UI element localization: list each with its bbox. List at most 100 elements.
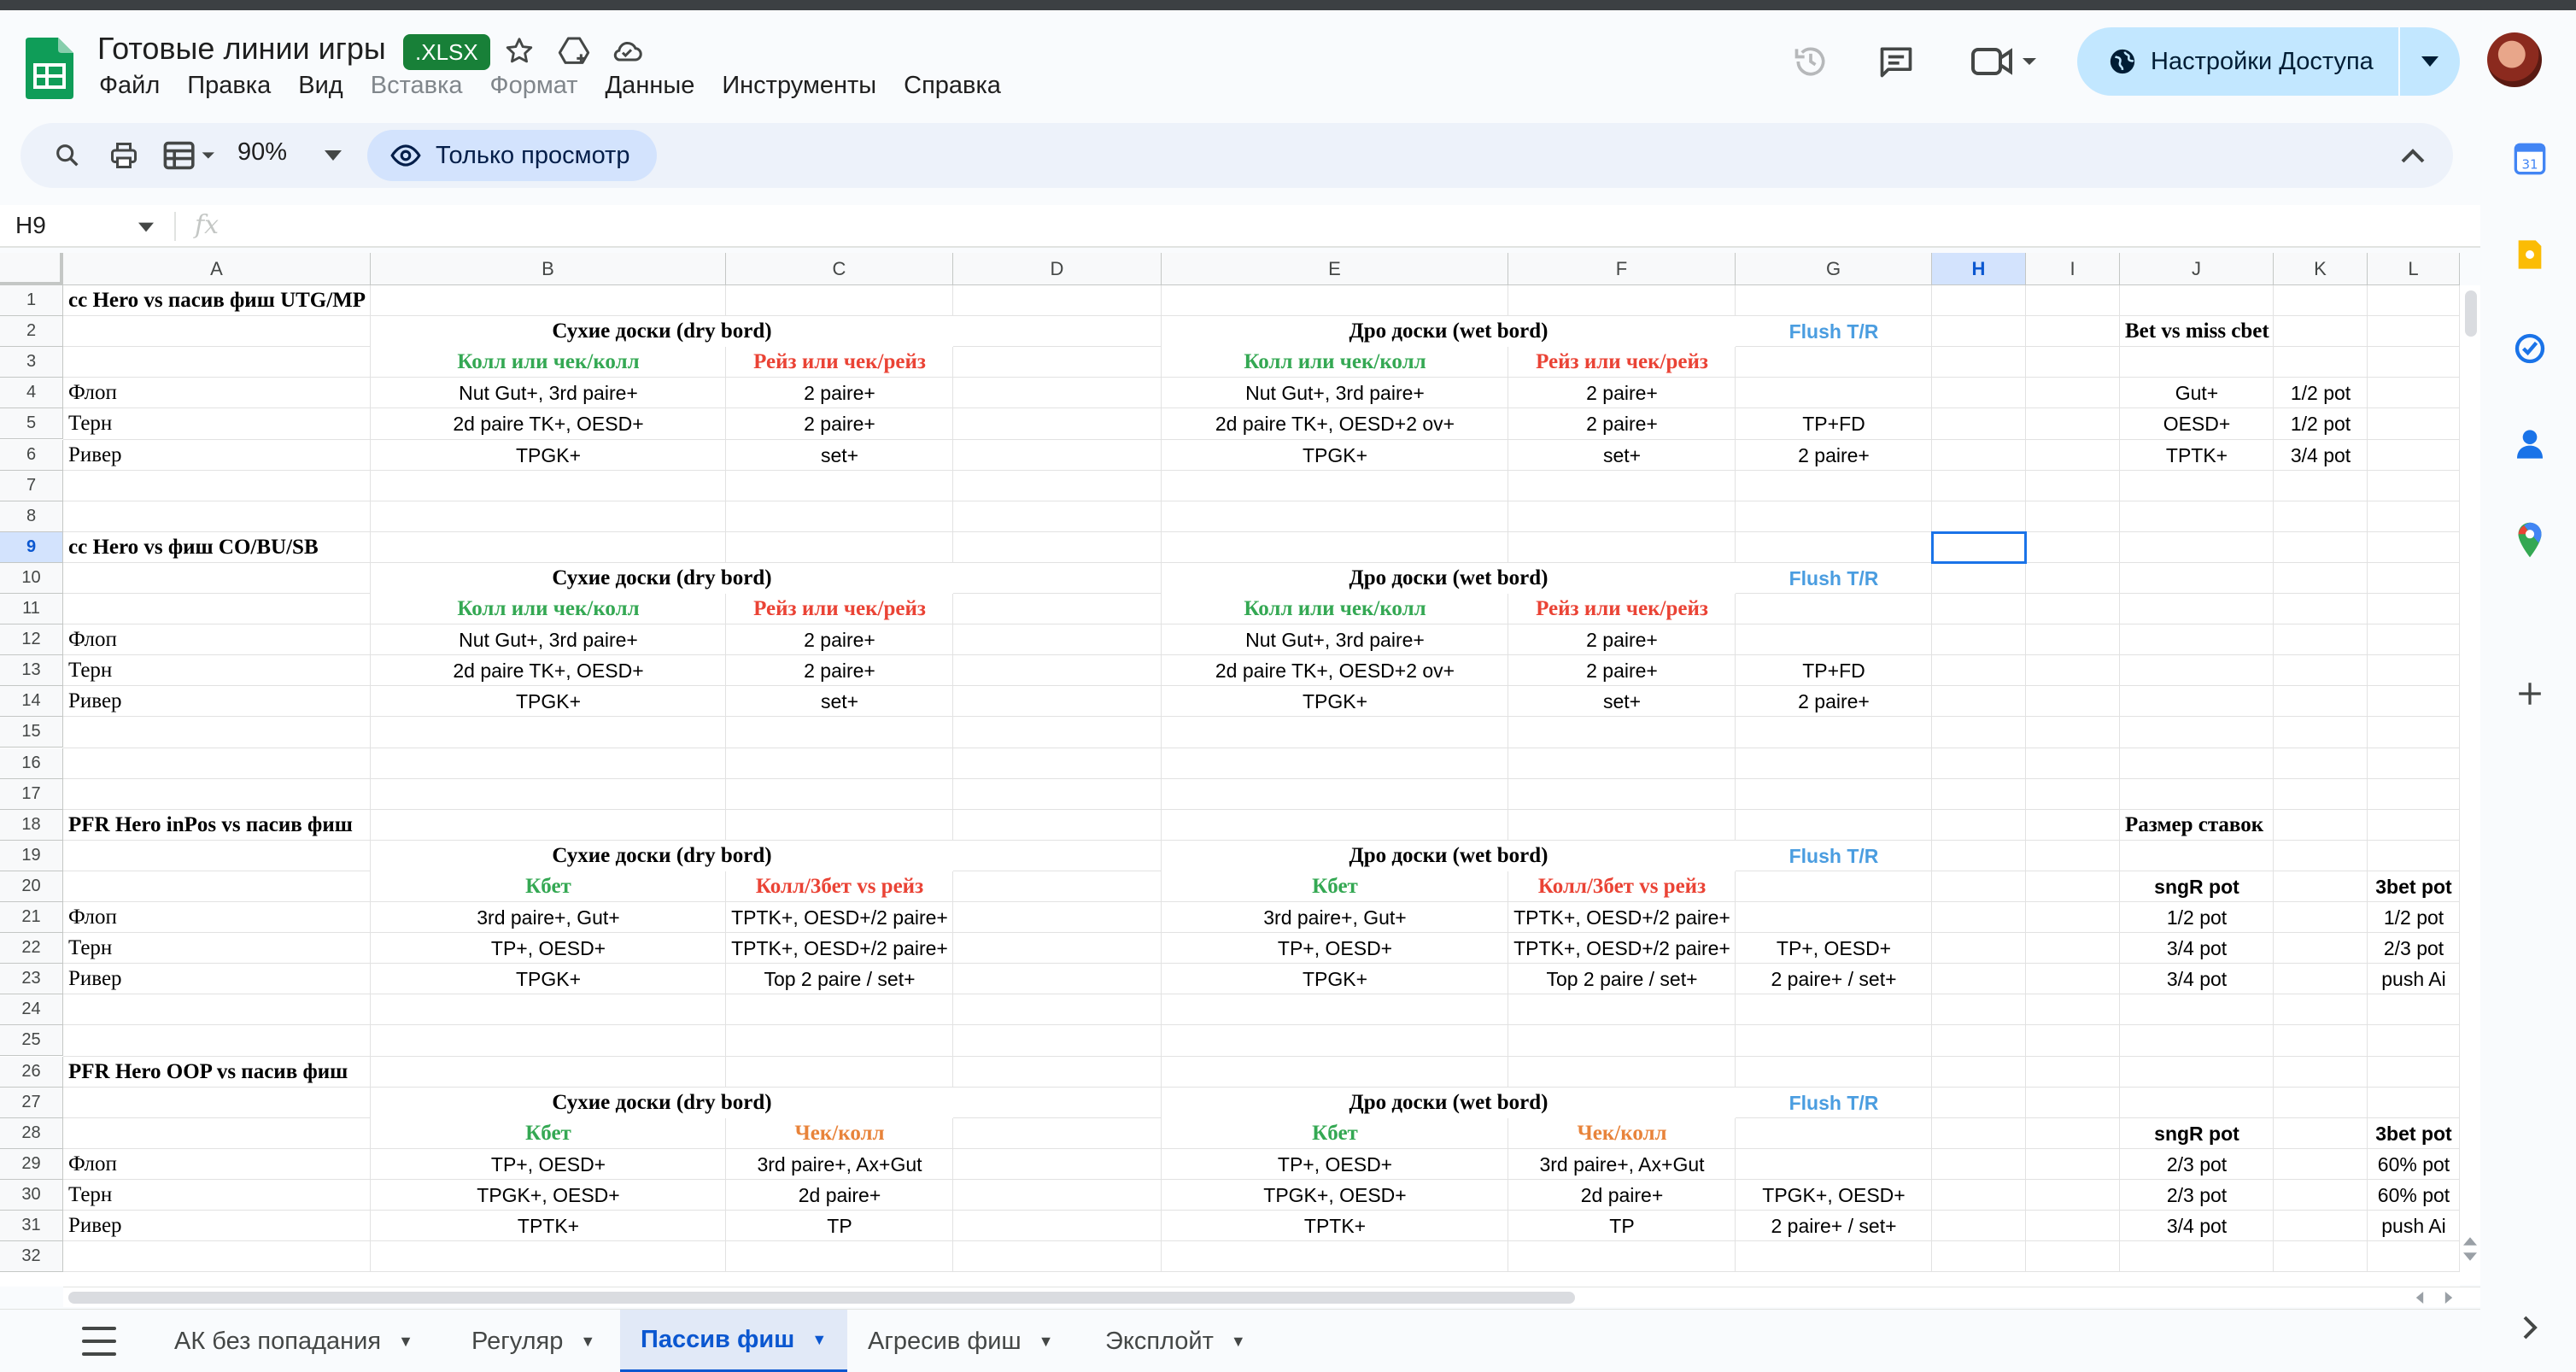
cell-f20[interactable]: Колл/3бет vs рейз (1508, 871, 1736, 902)
row-header-14[interactable]: 14 (0, 686, 63, 718)
cell-c22[interactable]: TPTK+, OESD+/2 paire+ (726, 933, 953, 964)
all-sheets-menu-icon[interactable] (82, 1327, 116, 1356)
row-header-25[interactable]: 25 (0, 1025, 63, 1057)
cell-f23[interactable]: Top 2 paire / set+ (1508, 964, 1736, 994)
cell-g22[interactable]: TP+, OESD+ (1736, 933, 1932, 964)
cell-c29[interactable]: 3rd paire+, Ax+Gut (726, 1149, 953, 1180)
cell-c31[interactable]: TP (726, 1211, 953, 1241)
caret-down-icon[interactable]: ▼ (811, 1331, 827, 1349)
cell-a22[interactable]: Терн (63, 933, 371, 964)
cell-c30[interactable]: 2d paire+ (726, 1180, 953, 1211)
cell-k5[interactable]: 1/2 pot (2274, 408, 2368, 439)
sheet-tab-exploit[interactable]: Эксплойт ▼ (1085, 1310, 1267, 1372)
cell-g27[interactable]: Flush T/R (1736, 1088, 1932, 1118)
scroll-down-icon[interactable] (2463, 1252, 2477, 1261)
row-header-17[interactable]: 17 (0, 778, 63, 810)
cell-f5[interactable]: 2 paire+ (1508, 408, 1736, 439)
cell-e29[interactable]: TP+, OESD+ (1162, 1149, 1508, 1180)
selected-cell-outline[interactable] (1931, 531, 2027, 564)
row-header-29[interactable]: 29 (0, 1148, 63, 1180)
cell-e22[interactable]: TP+, OESD+ (1162, 933, 1508, 964)
zoom-level[interactable]: 90% (237, 138, 287, 167)
cell-ef10[interactable]: Дро доски (wet bord) (1162, 562, 1736, 594)
column-header-e[interactable]: E (1162, 253, 1508, 285)
caret-down-icon[interactable]: ▼ (398, 1333, 413, 1351)
cloud-saved-icon[interactable] (606, 31, 647, 72)
cell-bc10[interactable]: Сухие доски (dry bord) (371, 562, 953, 594)
row-header-28[interactable]: 28 (0, 1117, 63, 1149)
cell-ef2[interactable]: Дро доски (wet bord) (1162, 316, 1736, 348)
cell-c21[interactable]: TPTK+, OESD+/2 paire+ (726, 902, 953, 933)
cell-b21[interactable]: 3rd paire+, Gut+ (371, 902, 726, 933)
row-header-18[interactable]: 18 (0, 809, 63, 841)
cell-l28[interactable]: 3bet pot (2368, 1118, 2460, 1149)
cell-b12[interactable]: Nut Gut+, 3rd paire+ (371, 624, 726, 655)
cell-g10[interactable]: Flush T/R (1736, 563, 1932, 594)
cell-l20[interactable]: 3bet pot (2368, 871, 2460, 902)
cell-f6[interactable]: set+ (1508, 440, 1736, 471)
cell-c6[interactable]: set+ (726, 440, 953, 471)
row-header-27[interactable]: 27 (0, 1087, 63, 1118)
share-button[interactable]: Настройки Доступа (2077, 27, 2460, 96)
row-header-8[interactable]: 8 (0, 501, 63, 532)
cell-j4[interactable]: Gut+ (2120, 378, 2274, 408)
cell-c23[interactable]: Top 2 paire / set+ (726, 964, 953, 994)
row-header-20[interactable]: 20 (0, 871, 63, 902)
row-header-4[interactable]: 4 (0, 378, 63, 409)
formula-input[interactable] (248, 208, 2434, 244)
cell-c12[interactable]: 2 paire+ (726, 624, 953, 655)
cell-e23[interactable]: TPGK+ (1162, 964, 1508, 994)
cell-a31[interactable]: Ривер (63, 1211, 371, 1241)
row-header-32[interactable]: 32 (0, 1241, 63, 1273)
cell-a4[interactable]: Флоп (63, 378, 371, 408)
cell-j30[interactable]: 2/3 pot (2120, 1180, 2274, 1211)
cell-l30[interactable]: 60% pot (2368, 1180, 2460, 1211)
collapse-menus-icon[interactable] (2392, 135, 2434, 176)
sheet-tab-passive-fish[interactable]: Пассив фиш ▼ (620, 1310, 848, 1372)
document-title[interactable]: Готовые линии игры (97, 31, 386, 67)
cell-e12[interactable]: Nut Gut+, 3rd paire+ (1162, 624, 1508, 655)
menu-data[interactable]: Данные (606, 72, 695, 100)
cell-f21[interactable]: TPTK+, OESD+/2 paire+ (1508, 902, 1736, 933)
cell-a14[interactable]: Ривер (63, 686, 371, 717)
cell-f22[interactable]: TPTK+, OESD+/2 paire+ (1508, 933, 1736, 964)
cell-c5[interactable]: 2 paire+ (726, 408, 953, 439)
comments-icon[interactable] (1876, 41, 1917, 82)
spreadsheet-grid[interactable]: A B C D E F G H I J K L 1 2 3 4 5 6 7 8 9 10 11 12 13 14 15 16 17 18 1… (0, 253, 2460, 1287)
cell-c14[interactable]: set+ (726, 686, 953, 717)
cell-g23[interactable]: 2 paire+ / set+ (1736, 964, 1932, 994)
cell-a1[interactable]: cc Hero vs пасив фиш UTG/MP (63, 285, 371, 316)
menu-file[interactable]: Файл (99, 72, 160, 100)
format-table-icon[interactable] (157, 135, 225, 176)
sheets-logo-icon[interactable] (26, 38, 73, 99)
share-main-button[interactable]: Настройки Доступа (2077, 27, 2400, 96)
cell-l21[interactable]: 1/2 pot (2368, 902, 2460, 933)
cell-b23[interactable]: TPGK+ (371, 964, 726, 994)
cell-j20[interactable]: sngR pot (2120, 871, 2274, 902)
add-addon-icon[interactable] (2511, 675, 2549, 712)
cell-f13[interactable]: 2 paire+ (1508, 655, 1736, 686)
row-header-16[interactable]: 16 (0, 748, 63, 779)
view-only-button[interactable]: Только просмотр (367, 130, 658, 181)
column-header-k[interactable]: K (2274, 253, 2368, 285)
column-header-a[interactable]: A (63, 253, 371, 285)
row-header-23[interactable]: 23 (0, 964, 63, 995)
tasks-icon[interactable] (2511, 330, 2549, 367)
cell-f29[interactable]: 3rd paire+, Ax+Gut (1508, 1149, 1736, 1180)
cell-a12[interactable]: Флоп (63, 624, 371, 655)
row-header-1[interactable]: 1 (0, 285, 63, 317)
cell-e13[interactable]: 2d paire TK+, OESD+2 ov+ (1162, 655, 1508, 686)
hide-side-panel-icon[interactable] (2511, 1309, 2549, 1346)
cell-c13[interactable]: 2 paire+ (726, 655, 953, 686)
cell-e3[interactable]: Колл или чек/колл (1162, 347, 1508, 378)
cell-c4[interactable]: 2 paire+ (726, 378, 953, 408)
cell-b3[interactable]: Колл или чек/колл (371, 347, 726, 378)
search-icon[interactable] (46, 135, 89, 176)
cell-a26[interactable]: PFR Hero OOP vs пасив фиш (63, 1057, 371, 1088)
row-header-2[interactable]: 2 (0, 316, 63, 348)
cell-f3[interactable]: Рейз или чек/рейз (1508, 347, 1736, 378)
cell-j21[interactable]: 1/2 pot (2120, 902, 2274, 933)
column-header-f[interactable]: F (1508, 253, 1736, 285)
meet-video-icon[interactable] (1970, 41, 2038, 82)
maps-icon[interactable] (2511, 521, 2549, 559)
